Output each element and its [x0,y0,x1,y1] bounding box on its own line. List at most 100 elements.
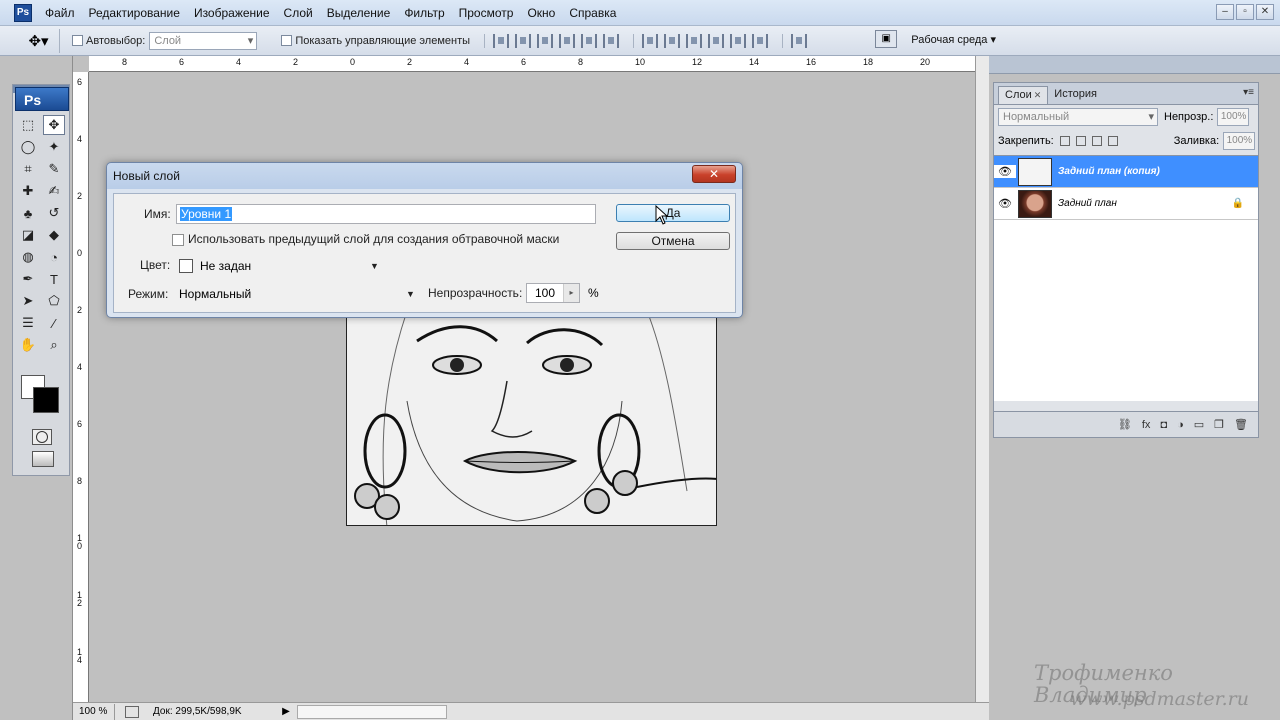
opacity-spin-icon[interactable]: ▸ [563,284,579,302]
adjustment-layer-icon[interactable]: ◑ [1177,419,1184,431]
hand-icon[interactable]: ✋ [17,335,39,355]
status-bar-icon[interactable] [125,705,139,718]
layer-mask-icon[interactable]: ◘ [1160,419,1167,431]
lock-transparent-icon[interactable] [1059,136,1070,146]
path-select-icon[interactable]: ➤ [17,291,39,311]
background-color-swatch[interactable] [33,387,59,413]
blur-icon[interactable]: ◍ [17,247,39,267]
layer-opacity-input[interactable]: 100% [1217,108,1250,126]
dialog-close-button[interactable]: ✕ [692,165,736,183]
eraser-icon[interactable]: ◪ [17,225,39,245]
menu-layer[interactable]: Слой [277,0,320,26]
blend-mode-dropdown[interactable]: Нормальный [998,108,1158,126]
bridge-icon[interactable]: ▣ [875,30,898,48]
mode-dropdown[interactable]: Нормальный [176,284,414,304]
ok-button[interactable]: Да [616,204,730,222]
layer-style-icon[interactable]: fx [1142,419,1151,431]
tab-layers[interactable]: Слои ✕ [998,86,1049,104]
workspace-dropdown[interactable]: Рабочая среда ▾ [911,33,996,46]
tab-history[interactable]: История [1048,86,1103,104]
eyedropper-icon[interactable]: ✎ [43,159,65,179]
close-window-button[interactable]: ✕ [1256,4,1274,20]
fill-input[interactable]: 100% [1223,132,1256,150]
opacity-input[interactable]: 100 ▸ [526,283,580,303]
history-brush-icon[interactable]: ↺ [43,203,65,223]
lock-position-icon[interactable] [1091,136,1102,146]
mode-dropdown-arrow-icon[interactable]: ▼ [406,289,415,299]
distribute-left-icon[interactable] [708,33,725,48]
menu-view[interactable]: Просмотр [452,0,521,26]
visibility-eye-icon[interactable]: 👁 [994,197,1016,210]
show-controls-checkbox[interactable] [281,35,293,46]
canvas-image[interactable] [346,310,717,526]
distribute-top-icon[interactable] [642,33,659,48]
align-left-icon[interactable] [559,33,576,48]
tab-close-icon[interactable]: ✕ [1034,90,1042,100]
shape-icon[interactable]: ⬠ [43,291,65,311]
menu-edit[interactable]: Редактирование [82,0,187,26]
align-hcenter-icon[interactable] [581,33,598,48]
healing-icon[interactable]: ✚ [17,181,39,201]
maximize-button[interactable]: ▫ [1236,4,1254,20]
ruler-top[interactable]: 86420246810121416182022 [89,56,987,72]
eyedropper2-icon[interactable]: ⁄ [43,313,65,333]
lock-pixels-icon[interactable] [1075,136,1086,146]
clipping-mask-checkbox[interactable] [172,234,184,246]
layer-row-background-copy[interactable]: 👁 Задний план (копия) [994,156,1258,188]
distribute-hcenter-icon[interactable] [730,33,747,48]
ruler-left[interactable]: 6 4 2 0 2 4 6 8 10 12 14 [73,72,89,702]
horizontal-scrollbar[interactable] [297,704,447,719]
menu-file[interactable]: Файл [38,0,82,26]
distribute-vcenter-icon[interactable] [664,33,681,48]
status-menu-arrow[interactable]: ▶ [279,706,293,717]
crop-icon[interactable]: ⌗ [17,159,39,179]
vertical-scrollbar[interactable] [975,56,989,702]
dodge-icon[interactable]: ◔ [43,247,65,267]
magic-wand-icon[interactable]: ✦ [43,137,65,157]
type-icon[interactable]: T [43,269,65,289]
notes-icon[interactable]: ☰ [17,313,39,333]
panel-menu-icon[interactable]: ▾≡ [1243,87,1254,98]
menu-filter[interactable]: Фильтр [397,0,451,26]
minimize-button[interactable]: – [1216,4,1234,20]
layer-row-background[interactable]: 👁 Задний план 🔒 [994,188,1258,220]
align-bottom-icon[interactable] [537,33,554,48]
lasso-icon[interactable]: ◯ [17,137,39,157]
brush-icon[interactable]: ✍ [43,181,65,201]
menu-select[interactable]: Выделение [320,0,398,26]
auto-align-icon[interactable] [791,33,808,48]
app-icon[interactable]: Ps [14,3,32,22]
auto-select-checkbox[interactable] [72,35,83,46]
ps-logo[interactable]: Ps [15,87,69,111]
align-top-icon[interactable] [493,33,510,48]
distribute-right-icon[interactable] [752,33,769,48]
screen-mode-icon[interactable] [32,451,54,467]
new-layer-icon[interactable]: ❐ [1214,418,1224,431]
bucket-icon[interactable]: ◆ [43,225,65,245]
delete-layer-icon[interactable]: 🗑 [1234,418,1248,431]
auto-select-dropdown[interactable]: Слой [149,31,258,50]
marquee-icon[interactable]: ⬚ [17,115,39,135]
stamp-icon[interactable]: ♣ [17,203,39,223]
menu-image[interactable]: Изображение [187,0,277,26]
move-icon[interactable]: ✥ [43,115,65,135]
new-group-icon[interactable]: ▭ [1194,418,1204,431]
move-tool-preset-icon[interactable]: ✥▾ [18,28,60,53]
distribute-bottom-icon[interactable] [686,33,703,48]
pen-icon[interactable]: ✒ [17,269,39,289]
link-layers-icon[interactable]: ⛓ [1118,418,1132,431]
menu-help[interactable]: Справка [562,0,623,26]
zoom-level[interactable]: 100 % [73,703,115,720]
lock-all-icon[interactable] [1107,136,1118,146]
color-dropdown[interactable]: Не задан [176,256,382,276]
visibility-eye-icon[interactable]: 👁 [994,165,1016,178]
align-vcenter-icon[interactable] [515,33,532,48]
zoom-icon[interactable]: ⌕ [43,335,65,355]
align-right-icon[interactable] [603,33,620,48]
menu-window[interactable]: Окно [520,0,562,26]
color-dropdown-arrow-icon[interactable]: ▼ [370,261,379,271]
cancel-button[interactable]: Отмена [616,232,730,250]
dock-strip[interactable] [989,56,1280,74]
layer-name-input[interactable]: Уровни 1 [176,204,596,224]
quick-mask-icon[interactable] [32,429,52,445]
